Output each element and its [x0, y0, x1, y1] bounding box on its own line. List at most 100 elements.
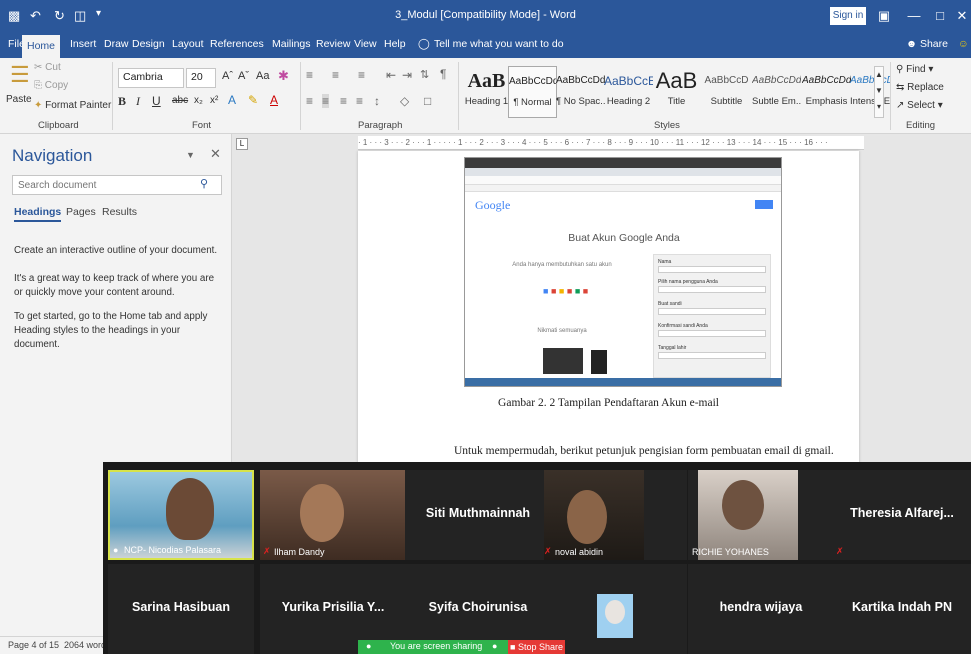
borders-icon[interactable]: □ [424, 94, 431, 108]
stop-share-button[interactable]: ■ Stop Share [508, 640, 565, 654]
participant-tile[interactable]: Kartika Indah PN [833, 564, 971, 654]
tab-selector[interactable]: L [236, 138, 248, 150]
tab-layout[interactable]: Layout [172, 38, 204, 50]
style-heading-2[interactable]: AaBbCcE Heading 2 [604, 66, 653, 118]
tab-view[interactable]: View [354, 38, 377, 50]
participant-tile[interactable]: ● NCP- Nicodias Palasara [108, 470, 254, 560]
browser-tabs [465, 168, 781, 176]
pilcrow-icon[interactable]: ¶ [440, 67, 446, 81]
maximize-icon[interactable]: □ [928, 6, 952, 26]
clear-formatting-icon[interactable]: ✱ [278, 68, 289, 84]
tab-mailings[interactable]: Mailings [272, 38, 311, 50]
undo-icon[interactable]: ↶ [30, 8, 41, 24]
style-emphasis[interactable]: AaBbCcDd Emphasis [802, 66, 851, 118]
participant-tile[interactable]: hendra wijaya [688, 564, 834, 654]
browser-titlebar [465, 158, 781, 168]
participant-tile[interactable]: Theresia Alfarej... ✗ [833, 470, 971, 560]
line-spacing-icon[interactable]: ↕ [374, 94, 380, 108]
styles-scroll-button[interactable]: ▲ ▼ ▾ [874, 66, 884, 118]
customize-toolbar-icon[interactable]: ▾ [96, 8, 101, 19]
style-name: ¶ Normal [513, 97, 552, 108]
italic-button[interactable]: I [136, 94, 140, 109]
page-count[interactable]: Page 4 of 15 [8, 640, 59, 650]
style-subtitle[interactable]: AaBbCcD Subtitle [702, 66, 751, 118]
highlight-icon[interactable]: ✎ [248, 93, 258, 107]
participant-tile[interactable]: RICHIE YOHANES [688, 470, 834, 560]
divider [300, 62, 301, 130]
style-subtle-emphasis[interactable]: AaBbCcDd Subtle Em... [752, 66, 801, 118]
font-name-select[interactable]: Cambria [118, 68, 184, 88]
pane-options-icon[interactable]: ▼ [186, 150, 195, 160]
tab-review[interactable]: Review [316, 38, 350, 50]
style-no-spacing[interactable]: AaBbCcDd ¶ No Spac... [556, 66, 605, 118]
bold-button[interactable]: B [118, 94, 126, 109]
mic-icon: ● [113, 545, 119, 555]
tab-help[interactable]: Help [384, 38, 406, 50]
copy-button[interactable]: ⎘ Copy [34, 80, 68, 91]
tab-insert[interactable]: Insert [70, 38, 96, 50]
shrink-font-icon[interactable]: Aˇ [238, 70, 249, 82]
find-button[interactable]: ⚲ Find ▾ [896, 64, 933, 75]
replace-button[interactable]: ⇆ Replace [896, 82, 944, 93]
numbering-icon[interactable]: ≡ [332, 68, 339, 82]
subscript-button[interactable]: x₂ [194, 95, 203, 106]
close-icon[interactable]: ✕ [950, 6, 971, 26]
shading-icon[interactable]: ◇ [400, 94, 409, 108]
tab-home[interactable]: Home [22, 35, 60, 58]
grow-font-icon[interactable]: Aˆ [222, 70, 233, 82]
tab-results[interactable]: Results [102, 206, 137, 218]
participant-tile[interactable]: ✗ noval abidin [541, 470, 687, 560]
align-right-icon[interactable]: ≡ [340, 94, 347, 108]
multilevel-list-icon[interactable]: ≡ [358, 68, 365, 82]
participant-tile[interactable]: ✗ Ilham Dandy [260, 470, 406, 560]
minimize-icon[interactable]: — [902, 6, 926, 26]
cut-button[interactable]: ✂ Cut [34, 62, 61, 73]
superscript-button[interactable]: x² [210, 95, 218, 106]
tab-headings[interactable]: Headings [14, 206, 62, 222]
format-painter-button[interactable]: ✦ Format Painter [34, 100, 111, 111]
share-button[interactable]: ☻ Share [906, 38, 948, 50]
embedded-screenshot[interactable]: Google Buat Akun Google Anda Anda hanya … [464, 157, 782, 387]
style-heading-1[interactable]: AaB Heading 1 [462, 66, 511, 118]
tab-design[interactable]: Design [132, 38, 165, 50]
strikethrough-button[interactable]: abc [172, 95, 188, 106]
smiley-icon[interactable]: ☺ [958, 38, 969, 50]
justify-icon[interactable]: ≡ [356, 94, 363, 108]
style-preview: AaBbCcE [604, 74, 653, 88]
font-color-icon[interactable]: A [270, 93, 278, 107]
search-icon[interactable]: ⚲ [200, 177, 208, 190]
print-preview-icon[interactable]: ◫ [74, 8, 86, 24]
tab-draw[interactable]: Draw [104, 38, 129, 50]
participant-tile[interactable]: Siti Muthmainnah [405, 470, 551, 560]
change-case-button[interactable]: Aa [256, 70, 269, 82]
font-size-select[interactable]: 20 [186, 68, 216, 88]
style-title[interactable]: AaB Title [652, 66, 701, 118]
style-intense-emphasis[interactable]: AaBbCcDd Intense E... [850, 66, 890, 118]
search-document-input[interactable] [12, 175, 222, 195]
style-preview: AaBbCcDd [509, 76, 556, 87]
tell-me-box[interactable]: Tell me what you want to do [434, 38, 564, 50]
underline-button[interactable]: U [152, 94, 161, 108]
paste-icon[interactable]: ☰ [10, 62, 30, 88]
text-effects-icon[interactable]: A [228, 93, 236, 107]
align-left-icon[interactable]: ≡ [306, 94, 313, 108]
close-pane-icon[interactable]: ✕ [210, 146, 221, 162]
increase-indent-icon[interactable]: ⇥ [402, 68, 412, 82]
select-button[interactable]: ↗ Select ▾ [896, 100, 943, 111]
participant-tile[interactable]: Sarina Hasibuan [108, 564, 254, 654]
tab-references[interactable]: References [210, 38, 264, 50]
ribbon-display-icon[interactable]: ▣ [872, 6, 896, 26]
style-preview: AaBbCcDd [556, 75, 605, 86]
bullets-icon[interactable]: ≡ [306, 68, 313, 82]
decrease-indent-icon[interactable]: ⇤ [386, 68, 396, 82]
tab-pages[interactable]: Pages [66, 206, 96, 218]
sort-icon[interactable]: ⇅ [420, 68, 429, 81]
paste-button[interactable]: Paste [6, 94, 32, 105]
save-icon[interactable]: ▩ [8, 8, 20, 24]
style-normal[interactable]: AaBbCcDd ¶ Normal [508, 66, 557, 118]
redo-icon[interactable]: ↻ [54, 8, 65, 24]
sign-in-button[interactable]: Sign in [830, 7, 866, 25]
font-group-label: Font [192, 120, 212, 131]
horizontal-ruler[interactable]: · 1 · · · 3 · · · 2 · · · 1 · · · · · 1 … [358, 136, 864, 150]
align-center-icon[interactable]: ≡ [322, 94, 330, 108]
